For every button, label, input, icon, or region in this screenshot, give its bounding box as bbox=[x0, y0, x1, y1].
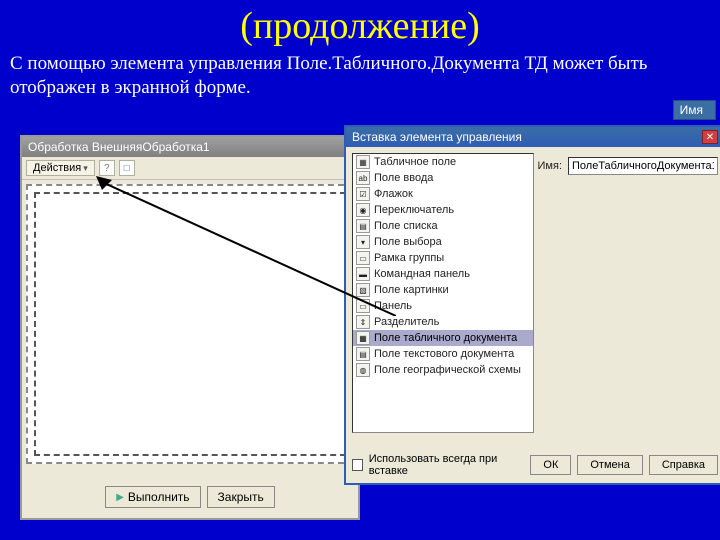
control-type-icon: ▤ bbox=[356, 219, 370, 233]
list-item[interactable]: ▧ Поле картинки bbox=[353, 282, 533, 298]
list-item[interactable]: ▦ Поле табличного документа bbox=[353, 330, 533, 346]
control-type-icon: ▦ bbox=[356, 331, 370, 345]
list-item[interactable]: ▾ Поле выбора bbox=[353, 234, 533, 250]
list-item[interactable]: ◉ Переключатель bbox=[353, 202, 533, 218]
cancel-button[interactable]: Отмена bbox=[577, 455, 642, 475]
control-type-icon: ▧ bbox=[356, 283, 370, 297]
list-item-label: Поле ввода bbox=[374, 172, 433, 184]
list-item-label: Рамка группы bbox=[374, 252, 444, 264]
use-always-checkbox[interactable] bbox=[352, 459, 363, 471]
design-surface[interactable] bbox=[26, 184, 354, 464]
control-type-icon: ▦ bbox=[356, 155, 370, 169]
chevron-down-icon: ▾ bbox=[83, 163, 88, 174]
list-item[interactable]: ▭ Панель bbox=[353, 298, 533, 314]
help-button[interactable]: Справка bbox=[649, 455, 718, 475]
slide-subtitle: С помощью элемента управления Поле.Табли… bbox=[0, 48, 720, 108]
control-type-icon: ▾ bbox=[356, 235, 370, 249]
actions-menu-button[interactable]: Действия ▾ bbox=[26, 160, 95, 176]
list-item[interactable]: ▭ Рамка группы bbox=[353, 250, 533, 266]
form-titlebar: Обработка ВнешняяОбработка1 bbox=[22, 137, 358, 157]
list-item-label: Поле списка bbox=[374, 220, 438, 232]
list-item[interactable]: ▬ Командная панель bbox=[353, 266, 533, 282]
placed-control-outline[interactable] bbox=[34, 192, 346, 456]
dialog-footer: Использовать всегда при вставке ОК Отмен… bbox=[352, 453, 718, 477]
list-item-label: Поле географической схемы bbox=[374, 364, 521, 376]
form-designer-window: Обработка ВнешняяОбработка1 Действия ▾ ?… bbox=[20, 135, 360, 520]
execute-label: Выполнить bbox=[128, 490, 190, 504]
list-item[interactable]: ▦ Табличное поле bbox=[353, 154, 533, 170]
list-item-label: Разделитель bbox=[374, 316, 439, 328]
list-item[interactable]: ◍ Поле географической схемы bbox=[353, 362, 533, 378]
insert-control-dialog: Вставка элемента управления ✕ ▦ Табличное… bbox=[344, 125, 720, 485]
control-type-icon: ☑ bbox=[356, 187, 370, 201]
form-bottom-bar: ▶ Выполнить Закрыть bbox=[22, 482, 358, 512]
list-item[interactable]: ☑ Флажок bbox=[353, 186, 533, 202]
control-type-icon: ◉ bbox=[356, 203, 370, 217]
subtitle-part-a: С помощью элемента управления bbox=[10, 53, 287, 74]
close-icon[interactable]: ✕ bbox=[702, 130, 718, 144]
actions-label: Действия bbox=[33, 162, 81, 174]
help-icon[interactable]: ? bbox=[99, 160, 115, 176]
list-item-label: Флажок bbox=[374, 188, 413, 200]
control-type-icon: ◍ bbox=[356, 363, 370, 377]
list-item-label: Поле выбора bbox=[374, 236, 442, 248]
control-type-icon: ⇕ bbox=[356, 315, 370, 329]
close-button[interactable]: Закрыть bbox=[207, 486, 275, 508]
control-type-icon: ab bbox=[356, 171, 370, 185]
list-item[interactable]: ab Поле ввода bbox=[353, 170, 533, 186]
list-item[interactable]: ▤ Поле текстового документа bbox=[353, 346, 533, 362]
list-item-label: Переключатель bbox=[374, 204, 454, 216]
subtitle-part-b: Поле.Табличного.Документа bbox=[287, 53, 525, 74]
dialog-body: ▦ Табличное поле ab Поле ввода ☑ Флажок ◉ Перек… bbox=[346, 147, 720, 439]
list-item-label: Табличное поле bbox=[374, 156, 456, 168]
dialog-right-pane: Имя: bbox=[538, 153, 718, 433]
dialog-titlebar: Вставка элемента управления ✕ bbox=[346, 127, 720, 147]
list-item-label: Поле картинки bbox=[374, 284, 449, 296]
form-toolbar: Действия ▾ ? □ bbox=[22, 157, 358, 180]
name-field[interactable] bbox=[568, 157, 718, 175]
list-item-label: Поле табличного документа bbox=[374, 332, 517, 344]
control-type-icon: ▭ bbox=[356, 251, 370, 265]
list-item-label: Командная панель bbox=[374, 268, 470, 280]
properties-icon[interactable]: □ bbox=[119, 160, 135, 176]
execute-button[interactable]: ▶ Выполнить bbox=[105, 486, 200, 508]
list-item[interactable]: ⇕ Разделитель bbox=[353, 314, 533, 330]
ok-button[interactable]: ОК bbox=[530, 455, 571, 475]
name-field-label: Имя: bbox=[538, 160, 562, 172]
control-type-icon: ▤ bbox=[356, 347, 370, 361]
slide-title: (продолжение) bbox=[0, 0, 720, 48]
list-item-label: Поле текстового документа bbox=[374, 348, 514, 360]
list-item-label: Панель bbox=[374, 300, 412, 312]
play-icon: ▶ bbox=[116, 492, 124, 503]
property-panel-label: Имя bbox=[673, 100, 716, 120]
control-type-list[interactable]: ▦ Табличное поле ab Поле ввода ☑ Флажок ◉ Перек… bbox=[352, 153, 534, 433]
dialog-title: Вставка элемента управления bbox=[352, 130, 522, 144]
use-always-label: Использовать всегда при вставке bbox=[369, 453, 519, 477]
control-type-icon: ▭ bbox=[356, 299, 370, 313]
control-type-icon: ▬ bbox=[356, 267, 370, 281]
list-item[interactable]: ▤ Поле списка bbox=[353, 218, 533, 234]
